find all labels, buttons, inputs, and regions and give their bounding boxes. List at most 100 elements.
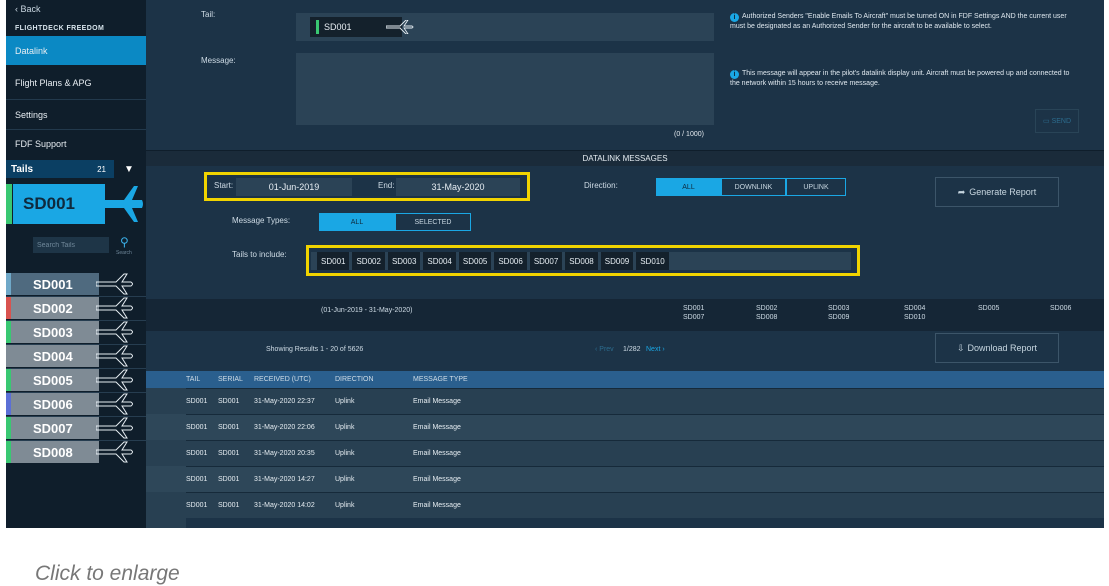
table-row[interactable]: SD001 SD001 31-May-2020 22:37 Uplink Email M… (186, 388, 1104, 414)
tail-include-chip[interactable]: SD001 (317, 252, 350, 270)
cell-tail: SD001 (186, 476, 208, 483)
airplane-icon (96, 393, 133, 415)
share-icon: ➦ (957, 186, 966, 197)
table-row[interactable]: SD001 SD001 31-May-2020 22:06 Uplink Email M… (186, 414, 1104, 440)
message-types-all[interactable]: ALL (319, 213, 395, 231)
caret-down-icon[interactable]: ▼ (124, 164, 134, 175)
tail-include-chip[interactable]: SD009 (600, 252, 634, 270)
tail-include-chip[interactable]: SD007 (529, 252, 563, 270)
message-types-toggle: ALL SELECTED (319, 213, 471, 231)
airplane-icon (96, 441, 133, 463)
start-date-label: Start: (214, 181, 234, 190)
send-button[interactable]: ▭ SEND (1035, 109, 1079, 133)
tail-list-item[interactable]: SD002 (6, 297, 146, 319)
table-row[interactable]: SD001 SD001 31-May-2020 14:02 Uplink Email M… (186, 492, 1104, 518)
end-date-input[interactable]: 31-May-2020 (396, 178, 520, 196)
column-header-message-type[interactable]: MESSAGE TYPE (413, 376, 613, 383)
tail-include-chip[interactable]: SD003 (387, 252, 421, 270)
range-tail: SD002 (756, 305, 778, 312)
table-row[interactable]: SD001 SD001 31-May-2020 14:27 Uplink Email M… (186, 466, 1104, 492)
tail-include-chip[interactable]: SD010 (636, 252, 669, 270)
column-header-serial[interactable]: SERIAL (218, 376, 254, 383)
sidebar-item-datalink[interactable]: Datalink (6, 36, 146, 65)
direction-downlink[interactable]: DOWNLINK (721, 178, 786, 196)
table-header: TAIL SERIAL RECEIVED (UTC) DIRECTION MES… (186, 371, 1104, 388)
range-tail-pair: SD005 (978, 304, 999, 313)
range-tail: SD004 (904, 305, 926, 312)
cell-message-type: Email Message (413, 450, 461, 457)
cell-tail: SD001 (186, 424, 208, 431)
tail-list-item[interactable]: SD004 (6, 345, 146, 367)
back-link[interactable]: ‹ Back (6, 0, 146, 18)
sidebar-item-flight-plans[interactable]: Flight Plans & APG (6, 66, 146, 100)
tail-chip-status-strip (316, 20, 319, 34)
tails-count: 21 (97, 164, 106, 174)
tail-list-item[interactable]: SD003 (6, 321, 146, 343)
search-icon[interactable]: ⚲ (120, 235, 129, 249)
tail-list-label: SD003 (11, 321, 99, 343)
tail-chip-label: SD001 (324, 22, 352, 32)
info-authorized-senders: i Authorized Senders "Enable Emails To Ai… (730, 12, 1076, 32)
generate-report-label: Generate Report (969, 187, 1037, 197)
range-tail: SD010 (904, 314, 926, 321)
sidebar-item-fdf-support[interactable]: FDF Support (6, 130, 146, 158)
tail-list-label: SD008 (11, 441, 99, 463)
message-textarea[interactable] (296, 53, 714, 125)
tail-include-chip[interactable]: SD008 (565, 252, 598, 270)
tail-include-chip[interactable]: SD004 (423, 252, 456, 270)
selected-tail[interactable]: SD001 (6, 181, 146, 227)
airplane-icon (96, 321, 133, 343)
tails-include-field[interactable]: SD001 SD002 SD003 SD004 SD005 SD006 SD007 SD008… (311, 252, 851, 270)
generate-report-button[interactable]: ➦ Generate Report (935, 177, 1059, 207)
send-label: SEND (1051, 117, 1072, 125)
direction-uplink[interactable]: UPLINK (786, 178, 846, 196)
sidebar-item-settings[interactable]: Settings (6, 100, 146, 130)
tail-list-label: SD006 (11, 393, 99, 415)
tail-list-label: SD007 (11, 417, 99, 439)
airplane-icon (100, 186, 143, 222)
cell-serial: SD001 (218, 450, 240, 457)
search-tails-input[interactable] (33, 237, 109, 253)
table-row[interactable]: SD001 SD001 31-May-2020 20:35 Uplink Email M… (186, 440, 1104, 466)
airplane-icon (96, 345, 133, 367)
range-tail: SD007 (683, 314, 705, 321)
message-types-selected[interactable]: SELECTED (395, 213, 471, 231)
prev-page-button[interactable]: ‹ Prev (595, 346, 614, 353)
tail-include-chip[interactable]: SD002 (352, 252, 385, 270)
tails-header[interactable]: Tails 21 ▼ (6, 160, 146, 178)
airplane-icon (386, 20, 414, 34)
tail-list-item[interactable]: SD008 (6, 441, 146, 463)
airplane-icon (96, 417, 133, 439)
brand-label: FLIGHTDECK FREEDOM (15, 24, 105, 32)
range-tail-pair: SD001 SD007 (683, 304, 704, 322)
tail-chip[interactable]: SD001 (310, 17, 414, 37)
tail-include-chip[interactable]: SD006 (494, 252, 527, 270)
cell-direction: Uplink (335, 476, 355, 483)
range-tail: SD009 (828, 314, 850, 321)
tail-list-label: SD004 (11, 345, 99, 367)
message-field-label: Message: (201, 56, 236, 65)
tail-include-chip[interactable]: SD005 (458, 252, 492, 270)
column-header-received[interactable]: RECEIVED (UTC) (254, 376, 335, 383)
airplane-icon (96, 297, 133, 319)
tail-select[interactable]: SD001 (296, 13, 714, 41)
tail-list-item[interactable]: SD001 (6, 273, 146, 295)
range-tail: SD003 (828, 305, 850, 312)
tail-list-item[interactable]: SD006 (6, 393, 146, 415)
char-count: (0 / 1000) (674, 131, 704, 138)
start-date-input[interactable]: 01-Jun-2019 (236, 178, 352, 196)
column-header-tail[interactable]: TAIL (186, 376, 218, 383)
selected-tail-label: SD001 (13, 184, 105, 224)
tail-list-item[interactable]: SD005 (6, 369, 146, 391)
report-summary-row (146, 299, 1104, 331)
tail-list-item[interactable]: SD007 (6, 417, 146, 439)
column-header-direction[interactable]: DIRECTION (335, 376, 413, 383)
next-page-button[interactable]: Next › (646, 346, 665, 353)
cell-received: 31-May-2020 22:06 (254, 424, 315, 431)
download-report-button[interactable]: ⇩ Download Report (935, 333, 1059, 363)
results-count: Showing Results 1 - 20 of 5626 (266, 346, 364, 353)
info-text-2: This message will appear in the pilot's … (730, 70, 1070, 87)
direction-all[interactable]: ALL (656, 178, 721, 196)
table-body: SD001 SD001 31-May-2020 22:37 Uplink Email M… (186, 388, 1104, 518)
cell-direction: Uplink (335, 424, 355, 431)
